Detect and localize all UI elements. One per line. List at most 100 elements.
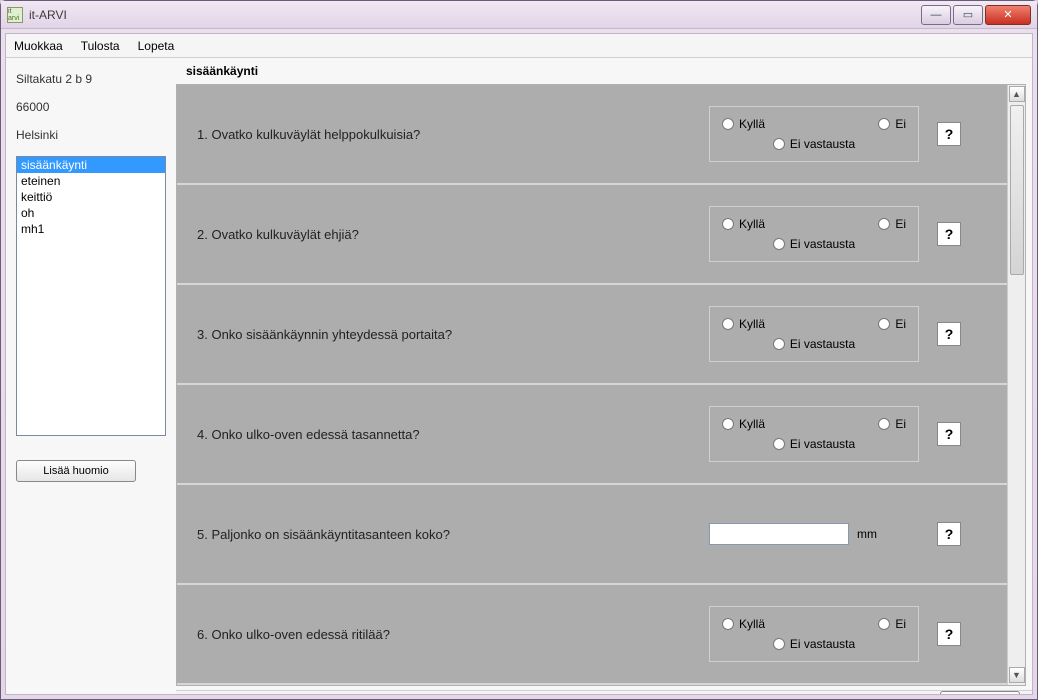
radio-option-no[interactable]: Ei	[878, 317, 906, 331]
radio-option-yes[interactable]: Kyllä	[722, 117, 765, 131]
radio-yes[interactable]	[722, 618, 734, 630]
done-button[interactable]: Valmis	[940, 691, 1020, 694]
radio-noanswer[interactable]	[773, 238, 785, 250]
room-list-item[interactable]: oh	[17, 205, 165, 221]
radio-no[interactable]	[878, 118, 890, 130]
help-button[interactable]: ?	[937, 522, 961, 546]
radio-yes[interactable]	[722, 118, 734, 130]
radio-noanswer[interactable]	[773, 438, 785, 450]
maximize-button[interactable]: ▭	[953, 5, 983, 25]
question-row: 3. Onko sisäänkäynnin yhteydessä portait…	[177, 285, 1007, 385]
radio-noanswer-label: Ei vastausta	[790, 637, 855, 651]
add-note-button[interactable]: Lisää huomio	[16, 460, 136, 482]
address-line-3: Helsinki	[16, 128, 166, 142]
radio-yes-label: Kyllä	[739, 617, 765, 631]
question-row: 6. Onko ulko-oven edessä ritilää? Kyllä …	[177, 585, 1007, 685]
unit-label: mm	[857, 527, 877, 541]
radio-no[interactable]	[878, 418, 890, 430]
content-area: Muokkaa Tulosta Lopeta Siltakatu 2 b 9 6…	[5, 33, 1033, 695]
question-text: 1. Ovatko kulkuväylät helppokulkuisia?	[197, 127, 691, 142]
radio-no-label: Ei	[895, 617, 906, 631]
radio-noanswer-label: Ei vastausta	[790, 437, 855, 451]
answer-radio-group: Kyllä Ei Ei vastausta	[709, 106, 919, 162]
sidebar: Siltakatu 2 b 9 66000 Helsinki sisäänkäy…	[6, 58, 176, 694]
room-list-item[interactable]: sisäänkäynti	[17, 157, 165, 173]
scroll-down-icon[interactable]: ▼	[1009, 667, 1025, 683]
help-button[interactable]: ?	[937, 122, 961, 146]
help-button[interactable]: ?	[937, 322, 961, 346]
scroll-up-icon[interactable]: ▲	[1009, 86, 1025, 102]
question-row: 4. Onko ulko-oven edessä tasannetta? Kyl…	[177, 385, 1007, 485]
answer-input-group: mm	[709, 523, 919, 545]
radio-noanswer[interactable]	[773, 638, 785, 650]
window-controls: — ▭ ✕	[921, 5, 1031, 25]
radio-noanswer-label: Ei vastausta	[790, 237, 855, 251]
answer-radio-group: Kyllä Ei Ei vastausta	[709, 406, 919, 462]
menu-quit[interactable]: Lopeta	[138, 39, 175, 53]
titlebar: it arvi it-ARVI — ▭ ✕	[1, 1, 1037, 29]
question-text: 4. Onko ulko-oven edessä tasannetta?	[197, 427, 691, 442]
question-row: 5. Paljonko on sisäänkäyntitasanteen kok…	[177, 485, 1007, 585]
radio-no[interactable]	[878, 318, 890, 330]
radio-option-no[interactable]: Ei	[878, 117, 906, 131]
help-button[interactable]: ?	[937, 622, 961, 646]
radio-no-label: Ei	[895, 417, 906, 431]
radio-yes[interactable]	[722, 218, 734, 230]
app-window: it arvi it-ARVI — ▭ ✕ Muokkaa Tulosta Lo…	[0, 0, 1038, 700]
room-listbox[interactable]: sisäänkäyntieteinenkeittiöohmh1	[16, 156, 166, 436]
question-text: 5. Paljonko on sisäänkäyntitasanteen kok…	[197, 527, 691, 542]
radio-yes-label: Kyllä	[739, 317, 765, 331]
menubar: Muokkaa Tulosta Lopeta	[6, 34, 1032, 58]
room-list-item[interactable]: mh1	[17, 221, 165, 237]
body-area: Siltakatu 2 b 9 66000 Helsinki sisäänkäy…	[6, 58, 1032, 694]
radio-option-no[interactable]: Ei	[878, 217, 906, 231]
help-button[interactable]: ?	[937, 422, 961, 446]
scroll-thumb[interactable]	[1010, 105, 1024, 275]
radio-option-noanswer[interactable]: Ei vastausta	[773, 137, 855, 151]
answer-radio-group: Kyllä Ei Ei vastausta	[709, 306, 919, 362]
radio-option-no[interactable]: Ei	[878, 617, 906, 631]
radio-option-noanswer[interactable]: Ei vastausta	[773, 637, 855, 651]
menu-edit[interactable]: Muokkaa	[14, 39, 63, 53]
radio-no[interactable]	[878, 218, 890, 230]
radio-yes-label: Kyllä	[739, 417, 765, 431]
radio-no-label: Ei	[895, 317, 906, 331]
menu-print[interactable]: Tulosta	[81, 39, 120, 53]
help-button[interactable]: ?	[937, 222, 961, 246]
radio-option-yes[interactable]: Kyllä	[722, 417, 765, 431]
minimize-button[interactable]: —	[921, 5, 951, 25]
room-list-item[interactable]: keittiö	[17, 189, 165, 205]
address-line-2: 66000	[16, 100, 166, 114]
main-panel: sisäänkäynti 1. Ovatko kulkuväylät helpp…	[176, 58, 1032, 694]
close-button[interactable]: ✕	[985, 5, 1031, 25]
radio-option-yes[interactable]: Kyllä	[722, 317, 765, 331]
radio-option-noanswer[interactable]: Ei vastausta	[773, 437, 855, 451]
question-text: 6. Onko ulko-oven edessä ritilää?	[197, 627, 691, 642]
address-line-1: Siltakatu 2 b 9	[16, 72, 166, 86]
section-title: sisäänkäynti	[176, 58, 1032, 84]
radio-yes[interactable]	[722, 418, 734, 430]
answer-radio-group: Kyllä Ei Ei vastausta	[709, 606, 919, 662]
radio-yes[interactable]	[722, 318, 734, 330]
question-text: 3. Onko sisäänkäynnin yhteydessä portait…	[197, 327, 691, 342]
radio-option-noanswer[interactable]: Ei vastausta	[773, 337, 855, 351]
radio-yes-label: Kyllä	[739, 117, 765, 131]
radio-noanswer[interactable]	[773, 138, 785, 150]
radio-noanswer[interactable]	[773, 338, 785, 350]
radio-noanswer-label: Ei vastausta	[790, 137, 855, 151]
radio-yes-label: Kyllä	[739, 217, 765, 231]
radio-option-yes[interactable]: Kyllä	[722, 617, 765, 631]
question-row: 2. Ovatko kulkuväylät ehjiä? Kyllä Ei Ei…	[177, 185, 1007, 285]
radio-option-no[interactable]: Ei	[878, 417, 906, 431]
answer-radio-group: Kyllä Ei Ei vastausta	[709, 206, 919, 262]
measure-input[interactable]	[709, 523, 849, 545]
question-text: 2. Ovatko kulkuväylät ehjiä?	[197, 227, 691, 242]
question-list: 1. Ovatko kulkuväylät helppokulkuisia? K…	[177, 85, 1007, 685]
radio-option-yes[interactable]: Kyllä	[722, 217, 765, 231]
app-icon: it arvi	[7, 7, 23, 23]
vertical-scrollbar[interactable]: ▲ ▼	[1007, 85, 1025, 685]
radio-option-noanswer[interactable]: Ei vastausta	[773, 237, 855, 251]
room-list-item[interactable]: eteinen	[17, 173, 165, 189]
radio-noanswer-label: Ei vastausta	[790, 337, 855, 351]
radio-no[interactable]	[878, 618, 890, 630]
